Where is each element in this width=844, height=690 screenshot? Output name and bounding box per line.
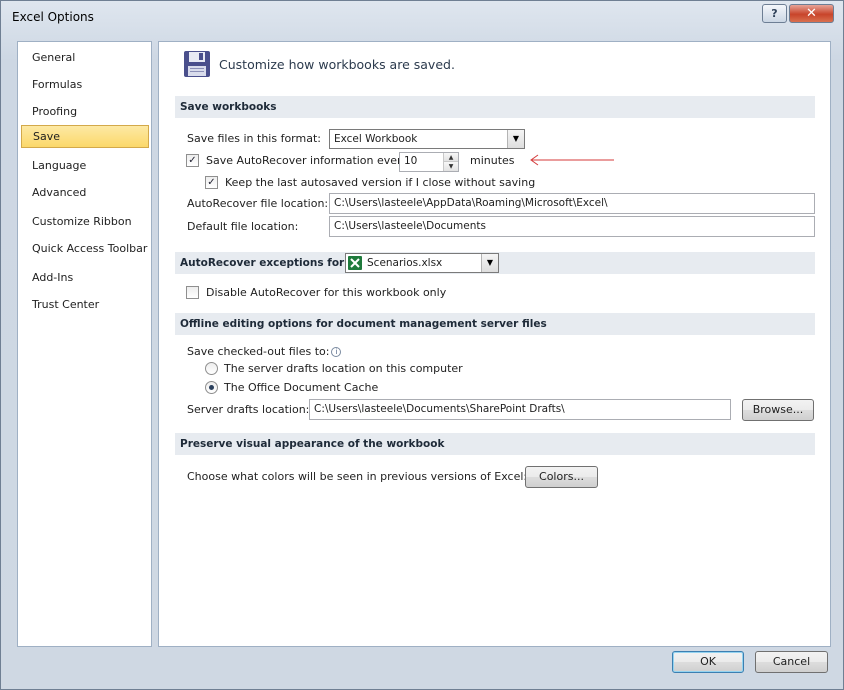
sidebar-item-proofing[interactable]: Proofing: [21, 100, 149, 123]
excel-options-dialog: Excel Options ? ✕ General Formulas Proof…: [0, 0, 844, 690]
sidebar-item-save[interactable]: Save: [21, 125, 149, 148]
radio-server-drafts-label: The server drafts location on this compu…: [224, 362, 463, 375]
sidebar-item-label: Customize Ribbon: [32, 215, 132, 228]
help-icon: ?: [771, 7, 778, 20]
save-format-dropdown[interactable]: Excel Workbook ▼: [329, 129, 525, 149]
autorecover-location-label: AutoRecover file location:: [187, 197, 329, 210]
minutes-label: minutes: [470, 154, 515, 167]
autorecover-minutes-stepper[interactable]: 10 ▲ ▼: [399, 152, 459, 172]
close-icon: ✕: [806, 6, 817, 21]
save-checked-out-label: Save checked-out files to: i: [187, 345, 342, 359]
sidebar-item-formulas[interactable]: Formulas: [21, 73, 149, 96]
stepper-up-icon[interactable]: ▲: [444, 153, 458, 162]
stepper-down-icon[interactable]: ▼: [444, 162, 458, 171]
default-location-value: C:\Users\lasteele\Documents: [334, 220, 486, 232]
sidebar-item-label: Trust Center: [32, 298, 100, 311]
floppy-disk-icon: [184, 51, 210, 77]
sidebar-item-label: Language: [32, 159, 87, 172]
radio-office-document-cache[interactable]: [205, 381, 218, 394]
options-sidebar: General Formulas Proofing Save Language …: [17, 41, 152, 647]
help-button[interactable]: ?: [762, 4, 787, 23]
sidebar-item-trust-center[interactable]: Trust Center: [21, 293, 149, 316]
annotation-arrow-icon: [530, 154, 614, 166]
disable-autorecover-label: Disable AutoRecover for this workbook on…: [206, 286, 447, 299]
save-format-label: Save files in this format:: [187, 132, 321, 145]
server-drafts-location-label: Server drafts location:: [187, 403, 310, 416]
save-options-panel: Customize how workbooks are saved. Save …: [158, 41, 831, 647]
autorecover-location-value: C:\Users\lasteele\AppData\Roaming\Micros…: [334, 197, 608, 209]
autorecover-exceptions-title: AutoRecover exceptions for:: [180, 257, 349, 269]
sidebar-item-label: Advanced: [32, 186, 87, 199]
save-checked-out-text: Save checked-out files to:: [187, 345, 330, 358]
keep-last-version-label: Keep the last autosaved version if I clo…: [225, 176, 536, 189]
sidebar-item-label: Proofing: [32, 105, 78, 118]
title-bar[interactable]: Excel Options ? ✕: [1, 1, 843, 35]
excel-file-icon: [348, 256, 362, 270]
sidebar-item-label: Add-Ins: [32, 271, 74, 284]
sidebar-item-customize-ribbon[interactable]: Customize Ribbon: [21, 210, 149, 233]
radio-server-drafts[interactable]: [205, 362, 218, 375]
default-location-label: Default file location:: [187, 220, 299, 233]
chevron-down-icon: ▼: [481, 254, 498, 272]
server-drafts-location-value: C:\Users\lasteele\Documents\SharePoint D…: [314, 403, 565, 415]
sidebar-item-label: General: [32, 51, 76, 64]
window-title: Excel Options: [12, 10, 94, 24]
sidebar-item-label: Formulas: [32, 78, 83, 91]
section-offline-editing: Offline editing options for document man…: [175, 313, 815, 335]
colors-label: Choose what colors will be seen in previ…: [187, 470, 540, 484]
sidebar-item-advanced[interactable]: Advanced: [21, 181, 149, 204]
sidebar-item-general[interactable]: General: [21, 46, 149, 69]
autorecover-label: Save AutoRecover information every: [206, 154, 409, 167]
autorecover-minutes-value: 10: [404, 155, 418, 167]
info-icon[interactable]: i: [331, 347, 342, 357]
colors-label-text: Choose what colors will be seen in previ…: [187, 470, 528, 483]
sidebar-item-quick-access-toolbar[interactable]: Quick Access Toolbar: [21, 237, 149, 260]
radio-office-document-cache-label: The Office Document Cache: [224, 381, 379, 394]
cancel-button[interactable]: Cancel: [755, 651, 828, 673]
sidebar-item-language[interactable]: Language: [21, 154, 149, 177]
stepper-buttons: ▲ ▼: [443, 153, 458, 171]
keep-last-version-checkbox[interactable]: ✓: [205, 176, 218, 189]
default-location-input[interactable]: C:\Users\lasteele\Documents: [329, 216, 815, 237]
autorecover-workbook-dropdown[interactable]: Scenarios.xlsx ▼: [345, 253, 499, 273]
sidebar-item-label: Quick Access Toolbar: [32, 242, 148, 255]
ok-button[interactable]: OK: [672, 651, 744, 673]
section-preserve-visual: Preserve visual appearance of the workbo…: [175, 433, 815, 455]
page-heading: Customize how workbooks are saved.: [219, 57, 455, 72]
sidebar-item-add-ins[interactable]: Add-Ins: [21, 266, 149, 289]
colors-button[interactable]: Colors...: [525, 466, 598, 488]
disable-autorecover-checkbox[interactable]: [186, 286, 199, 299]
autorecover-workbook-value: Scenarios.xlsx: [367, 257, 443, 269]
sidebar-item-label: Save: [33, 130, 61, 143]
chevron-down-icon: ▼: [507, 130, 524, 148]
server-drafts-location-input[interactable]: C:\Users\lasteele\Documents\SharePoint D…: [309, 399, 731, 420]
autorecover-checkbox[interactable]: ✓: [186, 154, 199, 167]
autorecover-location-input[interactable]: C:\Users\lasteele\AppData\Roaming\Micros…: [329, 193, 815, 214]
section-save-workbooks: Save workbooks: [175, 96, 815, 118]
close-button[interactable]: ✕: [789, 4, 834, 23]
save-format-value: Excel Workbook: [334, 133, 418, 145]
browse-button[interactable]: Browse...: [742, 399, 814, 421]
